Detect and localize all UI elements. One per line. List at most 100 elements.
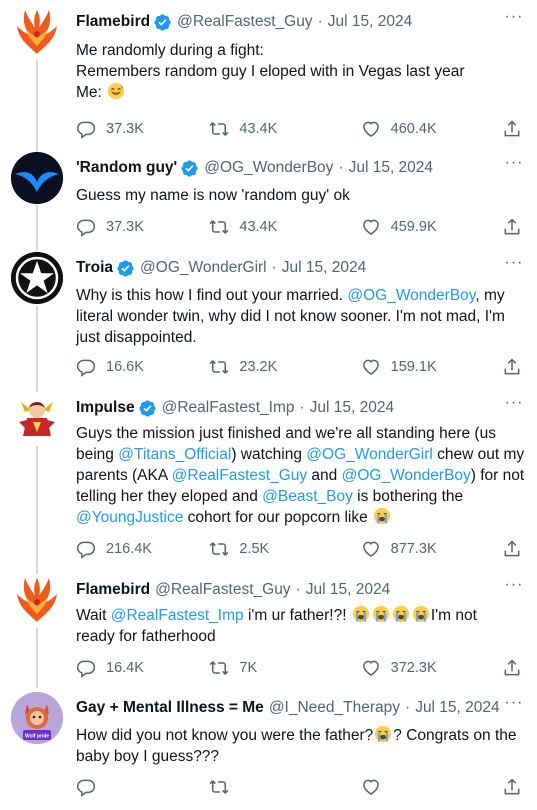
text-run: Me:: [76, 84, 107, 101]
like-count: 877.3K: [390, 541, 437, 557]
tweet[interactable]: Flamebird @RealFastest_Guy · Jul 15, 202…: [0, 574, 537, 686]
share-button[interactable]: [502, 777, 522, 797]
reply-button[interactable]: 16.4K: [76, 658, 209, 678]
retweet-button[interactable]: 43.4K: [209, 217, 360, 237]
reply-count: 16.6K: [106, 359, 144, 375]
share-icon: [504, 540, 520, 557]
tweet-header: Impulse @RealFastest_Imp · Jul 15, 2024: [76, 396, 507, 420]
share-icon: [504, 659, 520, 676]
retweet-button[interactable]: 7K: [209, 658, 360, 678]
handle[interactable]: @RealFastest_Imp: [162, 399, 295, 417]
more-options-icon[interactable]: ···: [503, 395, 525, 416]
avatar[interactable]: [11, 574, 63, 626]
mention-link[interactable]: @RealFastest_Imp: [111, 607, 244, 624]
retweet-icon: [210, 122, 229, 136]
mention-link[interactable]: @OG_WonderBoy: [342, 467, 471, 484]
timestamp[interactable]: Jul 15, 2024: [306, 581, 390, 599]
more-options-icon[interactable]: ···: [503, 155, 525, 176]
text-run: just disappointed.: [76, 329, 197, 346]
retweet-button[interactable]: 43.4K: [209, 119, 360, 139]
more-options-icon[interactable]: ···: [503, 695, 525, 716]
display-name[interactable]: 'Random guy': [76, 159, 177, 177]
mention-link[interactable]: @OG_WonderGirl: [306, 446, 433, 463]
verified-badge-icon: [153, 13, 172, 32]
like-button[interactable]: 877.3K: [361, 539, 502, 559]
tweet-text-line: Why is this how I find out your married.…: [76, 285, 523, 306]
reply-button[interactable]: 37.3K: [76, 217, 209, 237]
mention-link[interactable]: @OG_WonderBoy: [347, 287, 475, 304]
reply-count: 37.3K: [106, 121, 144, 137]
reply-button[interactable]: 16.6K: [76, 357, 209, 377]
avatar[interactable]: [11, 252, 63, 304]
share-button[interactable]: [502, 119, 522, 139]
tweet[interactable]: Impulse @RealFastest_Imp · Jul 15, 2024 …: [0, 392, 537, 572]
like-button[interactable]: [361, 777, 502, 797]
share-button[interactable]: [502, 217, 522, 237]
avatar[interactable]: [11, 152, 63, 204]
timestamp[interactable]: Jul 15, 2024: [349, 159, 433, 177]
action-bar: 16.4K 7K 372.3K: [76, 657, 526, 679]
tweet-text-line: literal wonder twin, why did I not know …: [76, 306, 523, 327]
timestamp[interactable]: Jul 15, 2024: [328, 13, 412, 31]
more-options-icon[interactable]: ···: [503, 255, 525, 276]
phoenix-avatar-icon: [17, 578, 57, 622]
more-options-icon[interactable]: ···: [503, 577, 525, 598]
reply-button[interactable]: 216.4K: [76, 539, 209, 559]
mention-link[interactable]: @RealFastest_Guy: [172, 467, 307, 484]
like-button[interactable]: 459.9K: [361, 217, 502, 237]
tweet-text: How did you not know you were the father…: [76, 725, 523, 767]
heart-icon: [362, 541, 379, 557]
avatar[interactable]: Wolf pride: [11, 692, 63, 744]
handle[interactable]: @OG_WonderGirl: [140, 259, 267, 277]
verified-badge-icon: [116, 259, 135, 278]
handle[interactable]: @I_Need_Therapy: [269, 699, 400, 717]
avatar[interactable]: [11, 392, 63, 444]
retweet-button[interactable]: 2.5K: [209, 539, 360, 559]
retweet-count: 43.4K: [239, 121, 278, 137]
mention-link[interactable]: @Beast_Boy: [262, 488, 353, 505]
retweet-button[interactable]: 23.2K: [209, 357, 360, 377]
retweet-icon: [210, 661, 229, 675]
tweet[interactable]: Wolf pride Gay + Mental Illness = Me @I_…: [0, 692, 537, 810]
display-name[interactable]: Impulse: [76, 399, 135, 417]
heart-icon: [362, 219, 379, 235]
like-button[interactable]: 159.1K: [361, 357, 502, 377]
text-run: I'm not: [430, 607, 477, 624]
like-button[interactable]: 460.4K: [361, 119, 502, 139]
timestamp[interactable]: Jul 15, 2024: [282, 259, 366, 277]
crying-emoji: [392, 605, 410, 623]
handle[interactable]: @RealFastest_Guy: [177, 13, 312, 31]
timestamp[interactable]: Jul 15, 2024: [415, 699, 499, 717]
share-button[interactable]: [502, 658, 522, 678]
text-run: literal wonder twin, why did I not know …: [76, 308, 505, 325]
reply-icon: [76, 121, 96, 139]
tweet[interactable]: 'Random guy' @OG_WonderBoy · Jul 15, 202…: [0, 152, 537, 248]
text-run: ? Congrats on the: [393, 727, 517, 744]
separator-dot: ·: [317, 13, 323, 30]
display-name[interactable]: Gay + Mental Illness = Me: [76, 699, 264, 717]
tweet[interactable]: Flamebird @RealFastest_Guy · Jul 15, 202…: [0, 6, 537, 148]
timestamp[interactable]: Jul 15, 2024: [310, 399, 394, 417]
avatar[interactable]: [11, 6, 63, 58]
tweet[interactable]: Troia @OG_WonderGirl · Jul 15, 2024 ··· …: [0, 252, 537, 390]
handle[interactable]: @OG_WonderBoy: [204, 159, 333, 177]
display-name[interactable]: Flamebird: [76, 13, 150, 31]
reply-button[interactable]: [76, 777, 209, 797]
reply-button[interactable]: 37.3K: [76, 119, 209, 139]
display-name[interactable]: Troia: [76, 259, 113, 277]
mention-link[interactable]: @YoungJustice: [76, 509, 183, 526]
like-button[interactable]: 372.3K: [361, 658, 502, 678]
mention-link[interactable]: @Titans_Official: [118, 446, 231, 463]
share-button[interactable]: [502, 539, 522, 559]
retweet-button[interactable]: [209, 777, 360, 797]
tweet-text-line: being @Titans_Official) watching @OG_Won…: [76, 444, 524, 465]
handle[interactable]: @RealFastest_Guy: [155, 581, 290, 599]
share-button[interactable]: [502, 357, 522, 377]
tweet-text: Guess my name is now 'random guy' ok: [76, 185, 523, 206]
reply-count: 216.4K: [106, 541, 152, 557]
crying-emoji: [372, 605, 390, 623]
display-name[interactable]: Flamebird: [76, 581, 150, 599]
more-options-icon[interactable]: ···: [503, 9, 525, 30]
reply-count: 37.3K: [106, 219, 144, 235]
star-avatar-icon: [11, 252, 63, 304]
